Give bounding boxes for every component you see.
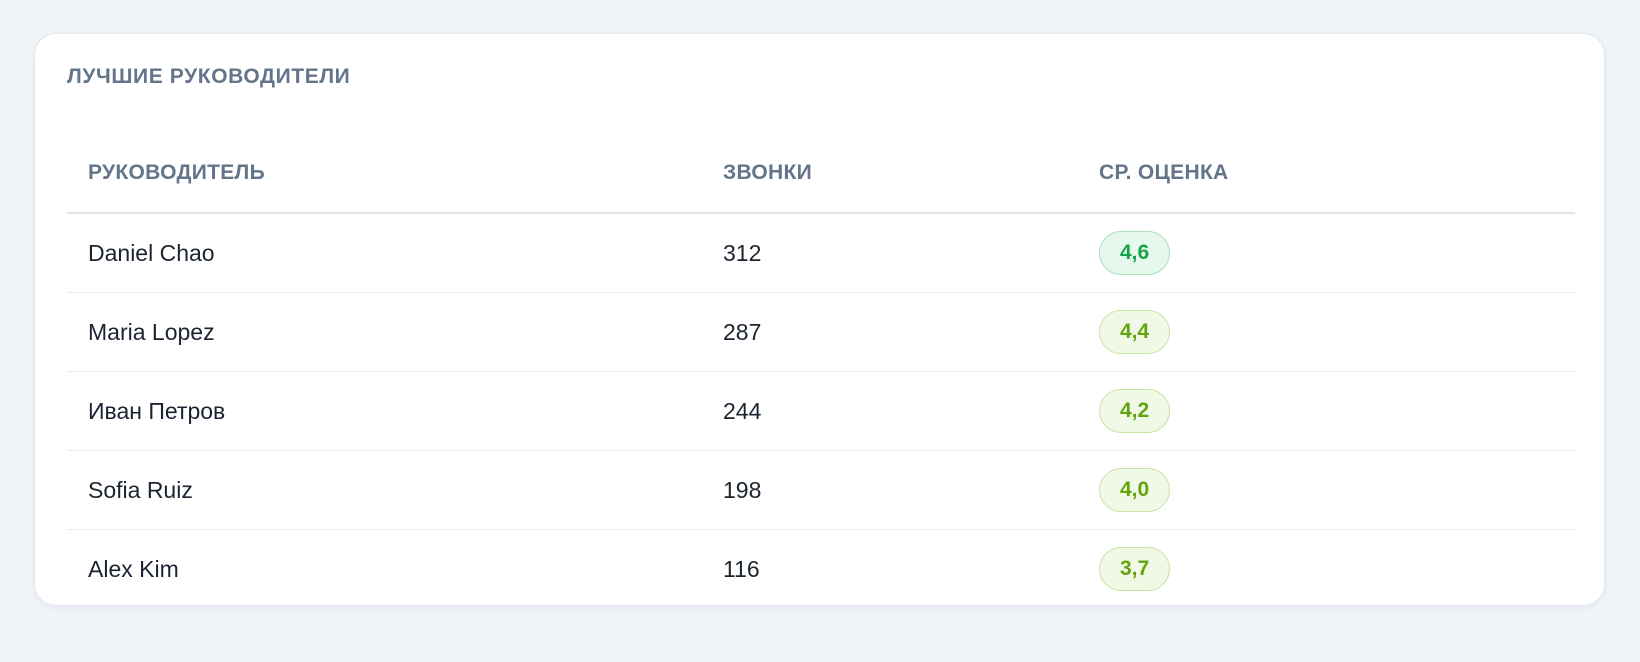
manager-name: Sofia Ruiz (88, 477, 193, 503)
top-managers-panel: ЛУЧШИЕ РУКОВОДИТЕЛИ РУКОВОДИТЕЛЬ ЗВОНКИ … (34, 33, 1605, 609)
column-header-calls[interactable]: ЗВОНКИ (723, 134, 812, 212)
calls-count: 116 (723, 556, 760, 582)
table-row[interactable]: Alex Kim 116 3,7 (67, 530, 1575, 609)
manager-name: Daniel Chao (88, 240, 215, 266)
column-header-avg-score[interactable]: СР. ОЦЕНКА (1099, 134, 1229, 212)
manager-name: Иван Петров (88, 398, 226, 424)
table-row[interactable]: Maria Lopez 287 4,4 (67, 293, 1575, 372)
column-header-manager[interactable]: РУКОВОДИТЕЛЬ (88, 134, 265, 212)
calls-count: 244 (723, 398, 762, 424)
calls-count: 312 (723, 240, 762, 266)
score-badge: 4,4 (1099, 310, 1171, 354)
table-row[interactable]: Daniel Chao 312 4,6 (67, 214, 1575, 293)
calls-count: 198 (723, 477, 762, 503)
table-row[interactable]: Sofia Ruiz 198 4,0 (67, 451, 1575, 530)
score-badge: 4,0 (1099, 468, 1171, 512)
calls-count: 287 (723, 319, 762, 345)
manager-name: Maria Lopez (88, 319, 215, 345)
table-header: РУКОВОДИТЕЛЬ ЗВОНКИ СР. ОЦЕНКА (67, 134, 1575, 214)
table-row[interactable]: Иван Петров 244 4,2 (67, 372, 1575, 451)
managers-table: РУКОВОДИТЕЛЬ ЗВОНКИ СР. ОЦЕНКА Daniel Ch… (67, 134, 1575, 609)
score-badge: 4,6 (1099, 231, 1171, 275)
score-badge: 3,7 (1099, 547, 1171, 591)
manager-name: Alex Kim (88, 556, 179, 582)
score-badge: 4,2 (1099, 389, 1171, 433)
panel-title: ЛУЧШИЕ РУКОВОДИТЕЛИ (67, 65, 351, 88)
